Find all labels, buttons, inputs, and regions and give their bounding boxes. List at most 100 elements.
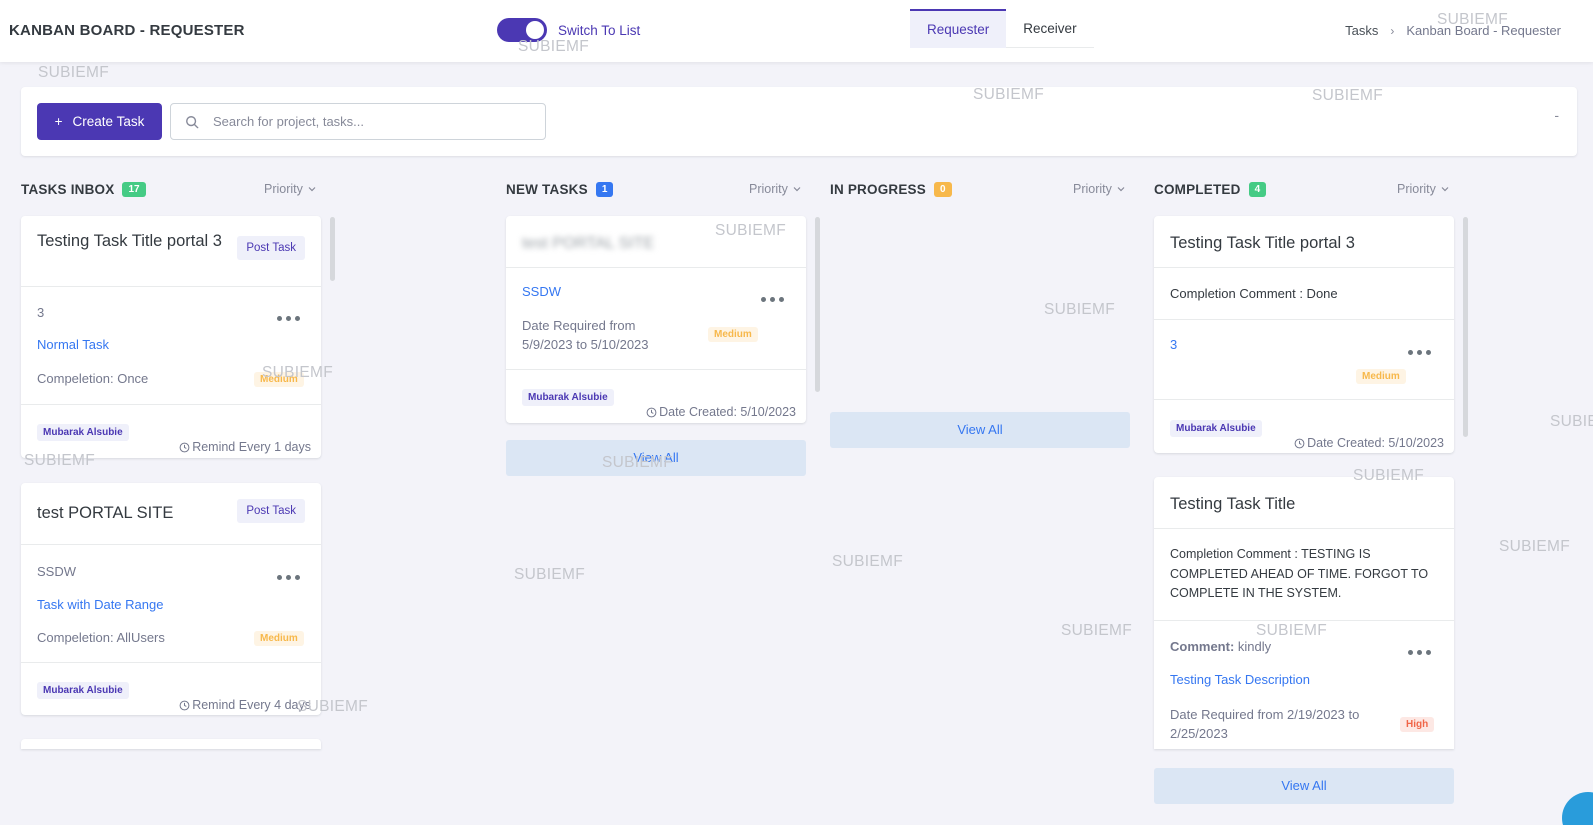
breadcrumb-current: Kanban Board - Requester [1406, 23, 1561, 38]
chevron-down-icon [308, 187, 316, 192]
completion-comment-section: Completion Comment : Done [1154, 268, 1454, 320]
task-card[interactable]: test PORTAL SITE SSDW Date Required from… [506, 216, 806, 423]
clock-icon [1294, 438, 1305, 448]
toolbar-dash: - [1554, 107, 1559, 123]
column-title: COMPLETED [1154, 181, 1241, 197]
view-toggle-switch[interactable] [497, 18, 547, 42]
count-badge: 0 [933, 181, 952, 197]
date-required: Date Required from 2/19/2023 to 2/25/202… [1170, 707, 1360, 741]
card-header: Testing Task Title portal 3 Post Task [21, 216, 321, 287]
create-task-label: Create Task [72, 114, 145, 129]
completion-comment-section: Completion Comment : TESTING IS COMPLETE… [1154, 529, 1454, 621]
column-header-completed: COMPLETED 4 [1154, 179, 1267, 199]
watermark: SUBIEMF [1044, 301, 1115, 318]
card-footer: Mubarak Alsubie Date Created: 5/10/2023 [506, 370, 806, 423]
sort-priority-inbox[interactable]: Priority [264, 182, 316, 196]
task-ref: 3 [37, 305, 45, 320]
breadcrumb-tasks[interactable]: Tasks [1345, 23, 1378, 38]
post-task-badge: Post Task [237, 499, 305, 523]
new-scrollbar[interactable] [815, 217, 820, 392]
priority-badge: Medium [708, 327, 758, 342]
task-card[interactable]: Testing Task Title portal 3 Completion C… [1154, 216, 1454, 453]
create-task-button[interactable]: + Create Task [37, 103, 162, 140]
toggle-knob [526, 21, 544, 39]
column-header-inbox: TASKS INBOX 17 [21, 179, 146, 199]
tab-receiver[interactable]: Receiver [1006, 9, 1093, 48]
inbox-scrollbar[interactable] [330, 217, 335, 281]
more-options-icon[interactable] [1408, 650, 1431, 655]
user-badge: Mubarak Alsubie [37, 682, 129, 699]
toggle-label[interactable]: Switch To List [558, 23, 640, 38]
card-body: SSDW Task with Date Range Compeletion: A… [21, 545, 321, 663]
breadcrumb: Tasks › Kanban Board - Requester [1345, 23, 1561, 38]
priority-badge: Medium [1356, 369, 1406, 384]
sort-label: Priority [749, 182, 788, 196]
watermark: SUBIEMF [1061, 622, 1132, 639]
comment-line: Comment: kindly [1170, 639, 1271, 654]
view-all-button[interactable]: View All [830, 412, 1130, 448]
watermark: SUBIEMF [514, 566, 585, 583]
settings-fab-button[interactable] [1562, 792, 1593, 825]
tab-requester[interactable]: Requester [910, 9, 1007, 48]
card-body: SSDW Date Required from 5/9/2023 to 5/10… [506, 268, 806, 370]
count-badge: 17 [122, 181, 146, 197]
sort-priority-new[interactable]: Priority [749, 182, 801, 196]
completion-text: Compeletion: AllUsers [37, 630, 165, 645]
task-ref-link[interactable]: 3 [1170, 337, 1177, 352]
card-header: Testing Task Title portal 3 [1154, 216, 1454, 268]
card-header: test PORTAL SITE Post Task [21, 483, 321, 545]
role-tabs: Requester Receiver [910, 9, 1094, 48]
card-footer: Mubarak Alsubie Date Created: 5/10/2023 [1154, 400, 1454, 453]
card-title: test PORTAL SITE [522, 235, 655, 252]
completed-scrollbar[interactable] [1463, 217, 1468, 437]
remind-label: Remind Every 1 days [192, 440, 311, 454]
sort-label: Priority [264, 182, 303, 196]
clock-icon [179, 442, 190, 452]
sort-priority-progress[interactable]: Priority [1073, 182, 1125, 196]
card-title: Testing Task Title portal 3 [1170, 234, 1355, 252]
completion-comment: Completion Comment : Done [1170, 286, 1338, 301]
post-task-badge: Post Task [237, 236, 305, 260]
remind-text: Remind Every 4 days [179, 698, 311, 712]
priority-badge: High [1400, 717, 1435, 732]
search-box [170, 103, 546, 140]
view-all-button[interactable]: View All [1154, 768, 1454, 804]
watermark: SUBIEMF [832, 553, 903, 570]
search-input[interactable] [213, 114, 533, 129]
sort-label: Priority [1397, 182, 1436, 196]
card-footer: Mubarak Alsubie Remind Every 1 days [21, 405, 321, 458]
remind-text: Remind Every 1 days [179, 440, 311, 454]
more-options-icon[interactable] [277, 575, 300, 580]
completion-text: Compeletion: Once [37, 371, 149, 386]
card-footer: Mubarak Alsubie Remind Every 4 days [21, 663, 321, 715]
sort-priority-completed[interactable]: Priority [1397, 182, 1449, 196]
task-ref-link[interactable]: SSDW [522, 284, 561, 299]
card-body: 3 Normal Task Compeletion: Once Medium [21, 287, 321, 405]
card-body: 3 Medium [1154, 320, 1454, 400]
column-header-new: NEW TASKS 1 [506, 179, 614, 199]
task-card[interactable]: Testing Task Title Completion Comment : … [1154, 477, 1454, 749]
more-options-icon[interactable] [277, 316, 300, 321]
more-options-icon[interactable] [761, 297, 784, 302]
more-options-icon[interactable] [1408, 350, 1431, 355]
task-card-partial[interactable] [21, 739, 321, 749]
task-card[interactable]: Testing Task Title portal 3 Post Task 3 … [21, 216, 321, 458]
task-type-link[interactable]: Task with Date Range [37, 597, 163, 612]
count-badge: 1 [595, 181, 614, 197]
task-type-link[interactable]: Normal Task [37, 337, 109, 352]
card-header: Testing Task Title [1154, 477, 1454, 529]
card-title: Testing Task Title [1170, 495, 1296, 513]
task-card[interactable]: test PORTAL SITE Post Task SSDW Task wit… [21, 483, 321, 715]
column-title: TASKS INBOX [21, 181, 115, 197]
toolbar: + Create Task - [21, 87, 1577, 156]
priority-badge: Medium [254, 372, 304, 387]
watermark: SUBIEMF [1499, 538, 1570, 555]
date-created: Date Created: 5/10/2023 [1294, 436, 1444, 450]
task-description-link[interactable]: Testing Task Description [1170, 672, 1310, 687]
date-created: Date Created: 5/10/2023 [646, 405, 796, 419]
count-badge: 4 [1248, 181, 1267, 197]
view-all-button[interactable]: View All [506, 440, 806, 476]
user-badge: Mubarak Alsubie [37, 424, 129, 441]
remind-label: Remind Every 4 days [192, 698, 311, 712]
priority-badge: Medium [254, 631, 304, 646]
